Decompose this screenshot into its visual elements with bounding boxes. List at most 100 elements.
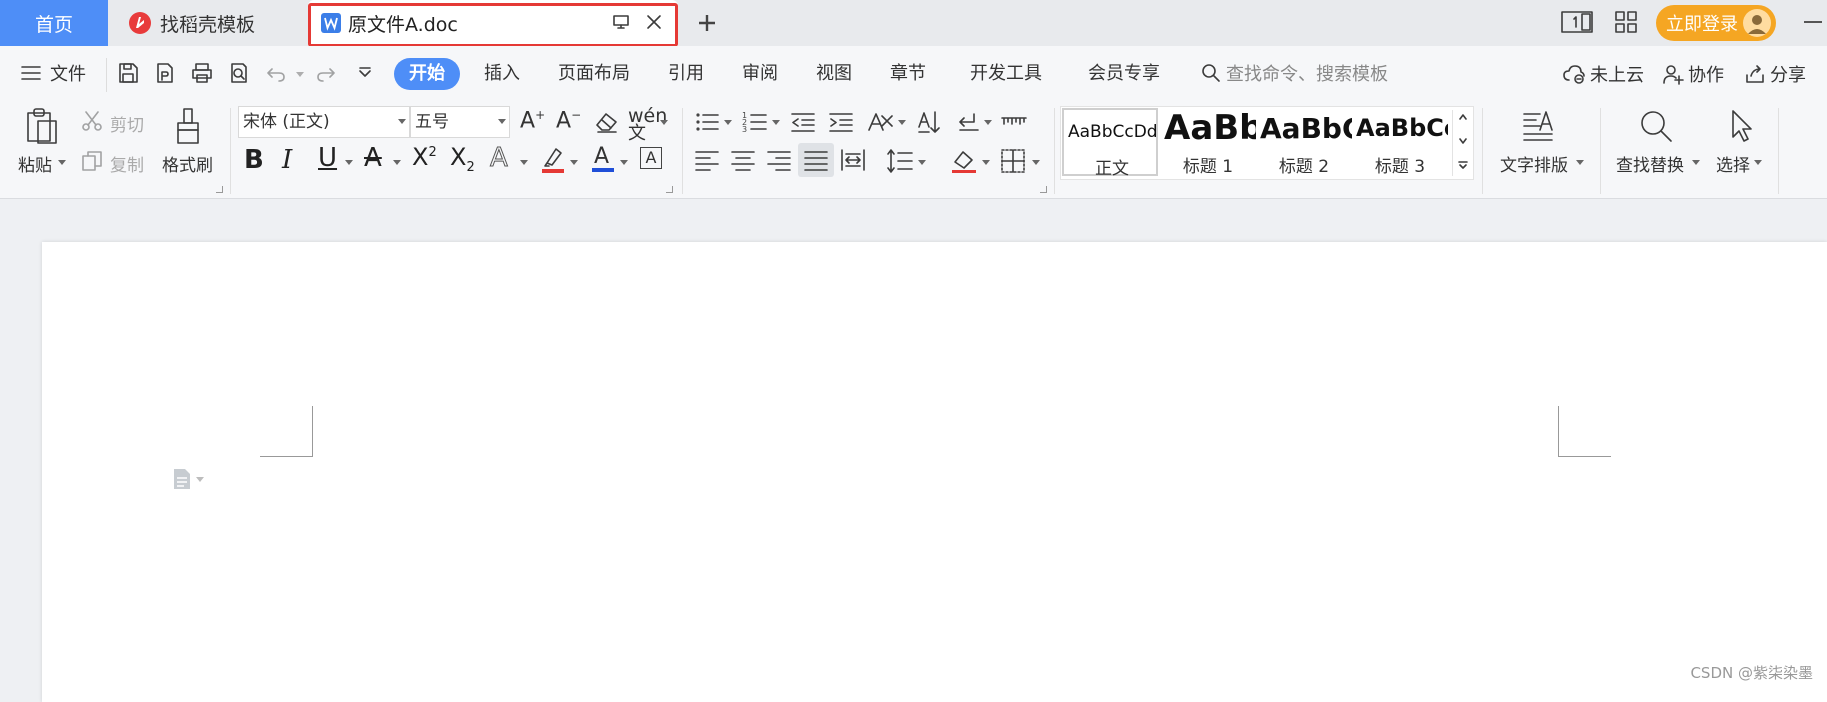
align-right-icon[interactable] — [766, 148, 792, 172]
align-justify-button[interactable] — [798, 143, 834, 177]
sort-icon[interactable] — [916, 109, 944, 135]
chevron-up-icon[interactable] — [1459, 114, 1467, 120]
phonetic-guide-icon[interactable]: wén 文 — [628, 105, 667, 153]
undo-dropdown-icon[interactable] — [296, 72, 304, 77]
style-normal[interactable]: AaBbCcDd 正文 — [1062, 108, 1158, 179]
redo-icon[interactable] — [314, 61, 338, 85]
font-size-dropdown-icon[interactable] — [498, 119, 506, 124]
tab-review[interactable]: 审阅 — [742, 59, 778, 89]
cut-label[interactable]: 剪切 — [110, 111, 144, 136]
phonetic-dropdown-icon[interactable] — [660, 120, 668, 125]
new-tab-button[interactable] — [690, 6, 724, 40]
tab-view[interactable]: 视图 — [816, 59, 852, 89]
font-color-dropdown-icon[interactable] — [620, 160, 628, 165]
paragraph-dialog-launcher[interactable] — [1040, 186, 1047, 193]
page-view-icon[interactable] — [1560, 8, 1596, 36]
select-dropdown-icon[interactable] — [1754, 160, 1762, 165]
paragraph-layout-button[interactable] — [172, 468, 204, 490]
chevron-down-icon[interactable] — [1459, 138, 1467, 144]
borders-icon[interactable] — [1000, 148, 1026, 174]
style-heading-2[interactable]: AaBbC 标题 2 — [1256, 108, 1352, 177]
file-menu[interactable]: 文件 — [20, 60, 86, 86]
bold-icon[interactable]: B — [244, 145, 264, 175]
line-spacing-icon[interactable] — [886, 148, 914, 174]
export-pdf-icon[interactable] — [153, 61, 177, 85]
text-layout-icon[interactable] — [1518, 106, 1558, 146]
command-search[interactable]: 查找命令、搜索模板 — [1200, 60, 1388, 86]
align-center-icon[interactable] — [730, 148, 756, 172]
tab-page-layout[interactable]: 页面布局 — [558, 59, 630, 89]
shrink-font-icon[interactable]: A− — [556, 108, 581, 133]
borders-dropdown-icon[interactable] — [1032, 160, 1040, 165]
tab-home[interactable]: 首页 — [0, 0, 108, 46]
expand-styles-icon[interactable] — [1458, 160, 1468, 170]
paste-icon[interactable] — [22, 106, 62, 146]
tab-stops-icon[interactable] — [1000, 110, 1028, 134]
paste-dropdown-icon[interactable] — [58, 160, 66, 165]
document-page[interactable] — [42, 242, 1827, 702]
grow-font-icon[interactable]: A+ — [520, 108, 545, 133]
print-preview-icon[interactable] — [227, 61, 251, 85]
align-left-icon[interactable] — [694, 148, 720, 172]
find-replace-label[interactable]: 查找替换 — [1616, 151, 1684, 176]
numbered-list-dropdown-icon[interactable] — [772, 120, 780, 125]
text-layout-dropdown-icon[interactable] — [1576, 160, 1584, 165]
tab-chapter[interactable]: 章节 — [890, 59, 926, 89]
copy-label[interactable]: 复制 — [110, 151, 144, 176]
login-button[interactable]: 立即登录 — [1656, 5, 1776, 41]
cloud-status[interactable]: 未上云 — [1562, 61, 1644, 87]
underline-dropdown-icon[interactable] — [345, 160, 353, 165]
character-border-icon[interactable]: A — [640, 147, 662, 169]
tab-templates[interactable]: 找稻壳模板 — [112, 0, 302, 46]
font-color-icon[interactable]: A — [590, 143, 616, 173]
monitor-icon[interactable] — [612, 13, 630, 31]
text-layout-label[interactable]: 文字排版 — [1500, 151, 1568, 176]
customize-toolbar-icon[interactable] — [356, 64, 374, 82]
show-marks-dropdown-icon[interactable] — [984, 120, 992, 125]
font-size-select[interactable]: 五号 — [410, 106, 510, 138]
text-effect-icon[interactable]: A — [490, 143, 509, 174]
tab-member[interactable]: 会员专享 — [1088, 59, 1160, 89]
apps-grid-icon[interactable] — [1614, 10, 1638, 34]
save-icon[interactable] — [116, 61, 140, 85]
select-label[interactable]: 选择 — [1716, 151, 1750, 176]
strikethrough-icon[interactable]: A — [364, 143, 382, 173]
format-painter-icon[interactable] — [168, 106, 208, 146]
close-tab-icon[interactable] — [644, 12, 664, 32]
underline-icon[interactable]: U — [318, 143, 337, 173]
italic-icon[interactable]: I — [282, 145, 292, 175]
distributed-align-icon[interactable] — [840, 148, 866, 172]
print-icon[interactable] — [190, 61, 214, 85]
chinese-layout-icon[interactable] — [866, 110, 894, 134]
increase-indent-icon[interactable] — [828, 110, 854, 134]
select-cursor-icon[interactable] — [1722, 106, 1762, 146]
superscript-icon[interactable]: X2 — [412, 143, 437, 171]
format-painter-label[interactable]: 格式刷 — [162, 151, 213, 176]
collaborate-button[interactable]: 协作 — [1662, 61, 1724, 87]
decrease-indent-icon[interactable] — [790, 110, 816, 134]
tab-developer[interactable]: 开发工具 — [970, 59, 1042, 89]
tab-references[interactable]: 引用 — [668, 59, 704, 89]
clipboard-dialog-launcher[interactable] — [216, 186, 223, 193]
font-dialog-launcher[interactable] — [666, 186, 673, 193]
minimize-button[interactable] — [1804, 21, 1822, 23]
styles-scroll[interactable] — [1452, 110, 1473, 176]
scissors-icon[interactable] — [80, 109, 104, 133]
undo-icon[interactable] — [264, 61, 288, 85]
tab-insert[interactable]: 插入 — [484, 59, 520, 89]
bullet-list-icon[interactable] — [694, 110, 720, 134]
highlight-dropdown-icon[interactable] — [570, 160, 578, 165]
tab-document[interactable]: 原文件A.doc — [308, 0, 678, 46]
font-name-select[interactable]: 宋体 (正文) — [238, 106, 410, 138]
eraser-icon[interactable] — [594, 110, 620, 134]
chinese-layout-dropdown-icon[interactable] — [898, 120, 906, 125]
style-heading-1[interactable]: AaBb 标题 1 — [1160, 108, 1256, 177]
text-effect-dropdown-icon[interactable] — [520, 160, 528, 165]
copy-icon[interactable] — [80, 149, 104, 173]
highlight-icon[interactable] — [540, 145, 566, 173]
numbered-list-icon[interactable]: 123 — [742, 110, 768, 134]
find-replace-dropdown-icon[interactable] — [1692, 160, 1700, 165]
share-button[interactable]: 分享 — [1744, 61, 1806, 87]
style-heading-3[interactable]: AaBbCc 标题 3 — [1352, 108, 1448, 177]
paste-label[interactable]: 粘贴 — [18, 151, 52, 176]
